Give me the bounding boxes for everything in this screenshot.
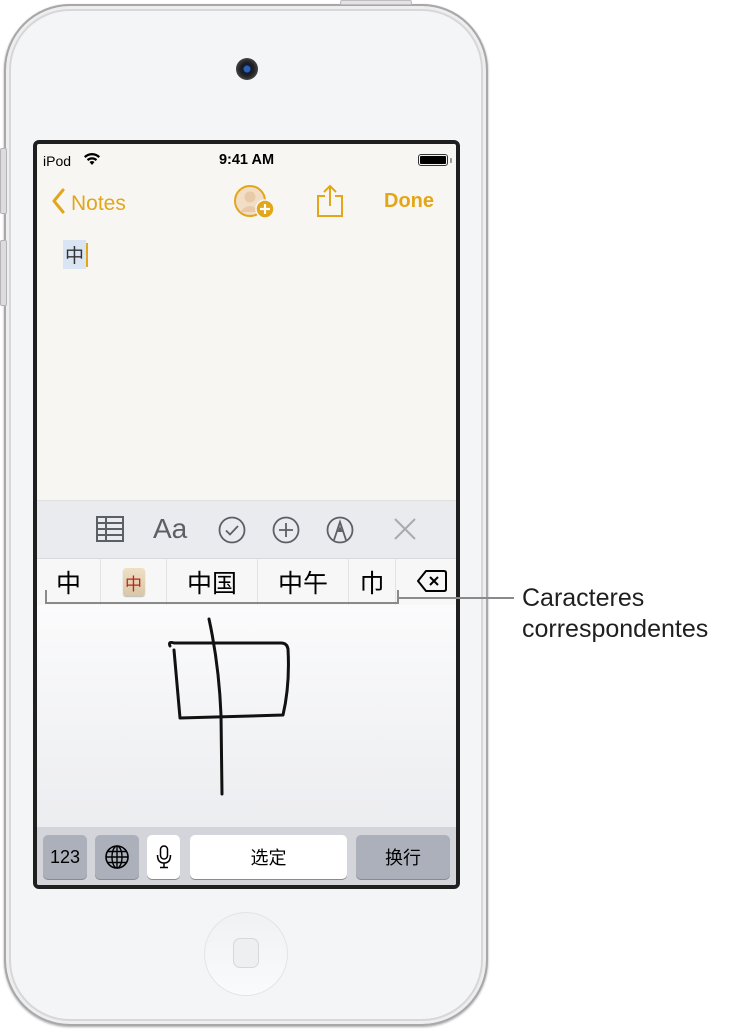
callout-bracket bbox=[45, 590, 399, 604]
chevron-left-icon bbox=[51, 188, 65, 220]
back-label: Notes bbox=[71, 192, 126, 215]
return-key[interactable]: 换行 bbox=[356, 835, 450, 879]
add-people-button[interactable] bbox=[233, 184, 279, 225]
callout-label: Caracteres correspondentes bbox=[522, 583, 708, 645]
navigation-bar: Notes Done bbox=[37, 184, 456, 228]
text-format-icon: Aa bbox=[153, 513, 188, 544]
volume-up-button bbox=[0, 148, 7, 214]
battery-icon bbox=[418, 154, 448, 166]
status-bar: iPod 9:41 AM bbox=[37, 144, 456, 178]
select-key[interactable]: 选定 bbox=[190, 835, 347, 879]
globe-key[interactable] bbox=[95, 835, 139, 879]
numbers-key[interactable]: 123 bbox=[43, 835, 87, 879]
markup-button[interactable] bbox=[325, 515, 355, 550]
home-button[interactable] bbox=[204, 912, 288, 996]
handwritten-stroke bbox=[168, 617, 290, 796]
screen: iPod 9:41 AM Notes Done 中 Aa 中 中 中国 中午 巾… bbox=[33, 140, 460, 889]
close-toolbar-button[interactable] bbox=[391, 515, 419, 548]
share-icon bbox=[317, 184, 343, 217]
back-button[interactable]: Notes bbox=[51, 188, 126, 220]
markup-icon bbox=[326, 516, 354, 544]
display: iPod 9:41 AM Notes Done 中 Aa 中 中 中国 中午 巾… bbox=[37, 144, 456, 885]
callout-line-2: correspondentes bbox=[522, 615, 709, 643]
front-camera bbox=[236, 58, 258, 80]
close-icon bbox=[394, 518, 416, 540]
battery-tip bbox=[450, 158, 452, 163]
handwriting-area[interactable] bbox=[37, 605, 456, 827]
add-person-icon bbox=[234, 185, 275, 219]
globe-icon bbox=[105, 845, 129, 869]
volume-down-button bbox=[0, 240, 7, 306]
delete-button[interactable] bbox=[416, 568, 448, 599]
format-toolbar: Aa bbox=[37, 500, 456, 559]
checklist-icon bbox=[218, 516, 246, 544]
microphone-icon bbox=[156, 845, 171, 869]
done-button[interactable]: Done bbox=[384, 190, 434, 213]
delete-backward-icon bbox=[417, 570, 447, 592]
clock: 9:41 AM bbox=[218, 152, 275, 168]
add-icon bbox=[272, 516, 300, 544]
text-format-button[interactable]: Aa bbox=[153, 513, 187, 545]
text-cursor bbox=[86, 242, 89, 267]
table-button[interactable] bbox=[95, 515, 125, 548]
home-square-icon bbox=[233, 938, 259, 968]
dictation-key[interactable] bbox=[147, 835, 180, 879]
callout-leader-line bbox=[398, 597, 514, 599]
note-body[interactable]: 中 bbox=[63, 240, 89, 269]
keyboard-bottom-row: 123 选定 换行 bbox=[37, 827, 456, 885]
add-button[interactable] bbox=[271, 515, 301, 550]
note-text: 中 bbox=[63, 240, 87, 269]
checklist-button[interactable] bbox=[217, 515, 247, 550]
share-button[interactable] bbox=[315, 184, 345, 223]
table-icon bbox=[96, 516, 124, 542]
top-button bbox=[340, 0, 412, 5]
callout-line-1: Caracteres bbox=[522, 584, 645, 612]
